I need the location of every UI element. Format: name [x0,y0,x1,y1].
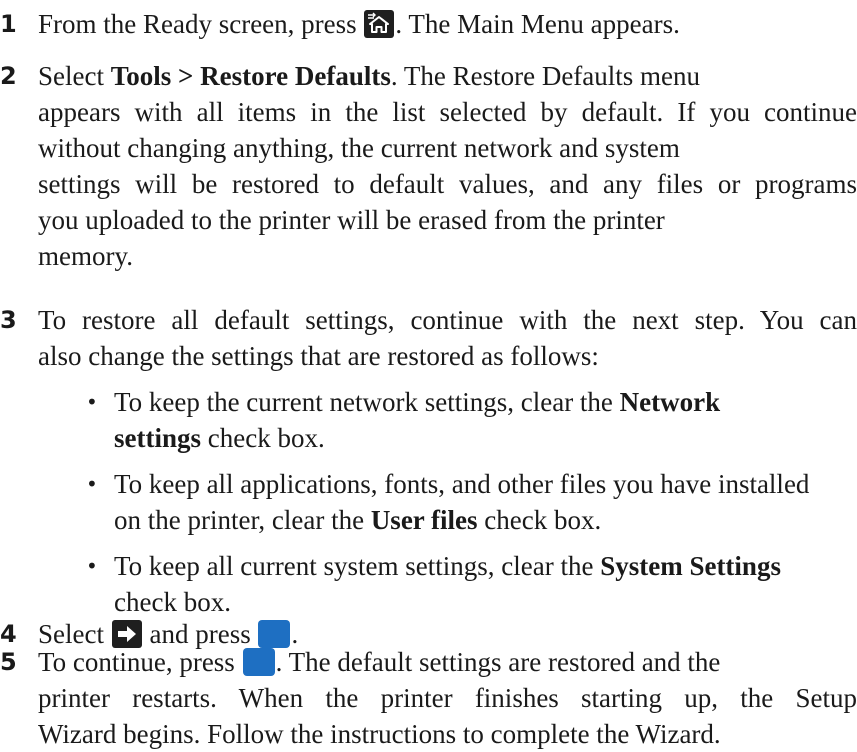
step-5-text-b: . The default settings are restored and … [275,647,721,677]
bullet-3-bold: System Settings [600,551,781,581]
step-5-text-a: To continue, press [38,647,235,677]
step-5-line-2: printer restarts. When the printer finis… [38,683,857,713]
bullet-2-post: check box. [477,505,602,535]
step-text: To restore all default settings, continu… [38,302,857,374]
step-number: 3 [0,306,17,334]
step-number: 2 [0,62,17,90]
blue-key-icon [242,648,275,676]
step-2-lead: Select [38,61,104,91]
bullet-dot: • [86,554,98,578]
step-1-text-a: From the Ready screen, press [38,9,357,39]
bullet-2-line-1: To keep all applications, fonts, and oth… [114,469,810,499]
step-2-line-6: memory. [38,241,133,271]
step-text: To continue, press . The default setting… [38,644,857,752]
step-2-line-4: settings will be restored to default val… [38,169,857,199]
step-2-line-3: without changing anything, the current n… [38,133,680,163]
step-text: Select Tools > Restore Defaults. The Res… [38,58,857,274]
bullet-text: To keep all applications, fonts, and oth… [114,466,857,538]
bullet-dot: • [86,390,98,414]
bullet-text: To keep the current network settings, cl… [114,384,857,456]
step-number: 5 [0,648,17,676]
step-5-line-3: Wizard begins. Follow the instructions t… [38,719,721,749]
bullet-3-pre: To keep all current system settings, cle… [114,551,594,581]
bullet-text: To keep all current system settings, cle… [114,548,857,620]
step-1-text-b: . The Main Menu appears. [395,9,680,39]
step-text: From the Ready screen, press . The Main … [38,6,857,42]
step-2-line-2: appears with all items in the list selec… [38,97,857,127]
bullet-1-bold-1: Network [619,387,721,417]
bullet-dot: • [86,472,98,496]
step-2-rest: . The Restore Defaults menu [390,61,701,91]
bullet-1-post: check box. [201,423,325,453]
step-2-line-5: you uploaded to the printer will be eras… [38,205,665,235]
bullet-1-bold-2: settings [114,423,201,453]
bullet-1-pre: To keep the current network settings, cl… [114,387,613,417]
step-3-line-1: To restore all default settings, continu… [38,305,857,335]
bullet-3-line-2: check box. [114,587,231,617]
menu-path: Tools > Restore Defaults [110,61,391,91]
step-3-line-2: also change the settings that are restor… [38,341,599,371]
bullet-2-pre: on the printer, clear the [114,505,365,535]
home-key-icon [364,10,395,38]
bullet-2-bold: User files [370,505,478,535]
step-number: 1 [0,10,17,38]
